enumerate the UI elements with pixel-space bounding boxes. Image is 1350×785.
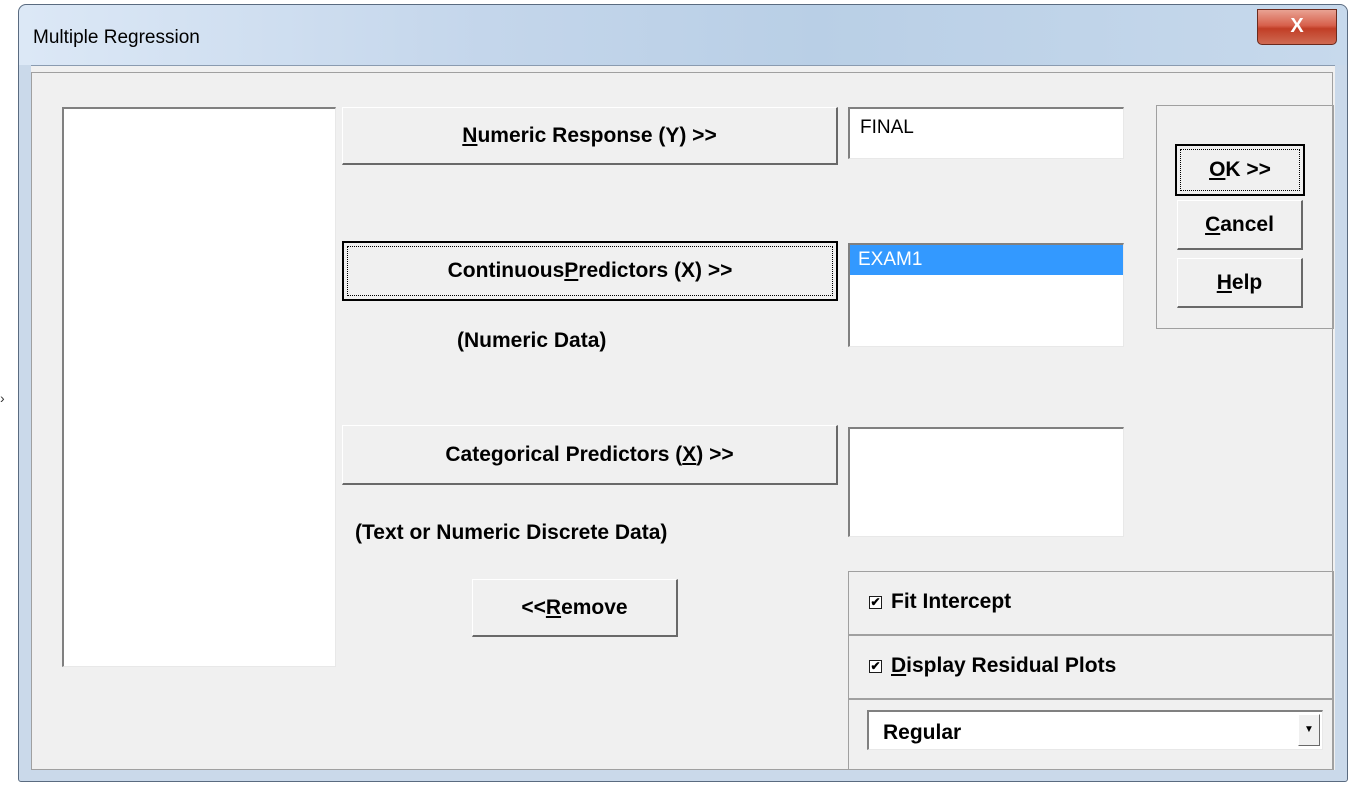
fit-intercept-label: Fit Intercept xyxy=(891,590,1012,613)
help-button[interactable]: Help xyxy=(1177,258,1303,308)
numeric-response-field[interactable]: FINAL xyxy=(848,107,1124,159)
cancel-label: ancel xyxy=(1220,212,1274,236)
window-title: Multiple Regression xyxy=(33,27,200,48)
continuous-predictors-button[interactable]: Continuous Predictors (X) >> xyxy=(342,241,838,301)
residual-type-select[interactable]: Regular ▼ xyxy=(867,710,1323,750)
dialog-inner-frame: Numeric Response (Y) >> FINAL Continuous… xyxy=(31,72,1334,770)
dialog-window: Multiple Regression X Numeric Response (… xyxy=(18,4,1348,782)
categorical-predictors-label: ) >> xyxy=(696,442,734,466)
help-label: elp xyxy=(1231,270,1263,294)
numeric-response-label: umeric Response (Y) >> xyxy=(477,123,717,147)
numeric-response-value: FINAL xyxy=(860,117,914,138)
continuous-predictors-hint: (Numeric Data) xyxy=(457,329,607,352)
close-button[interactable]: X xyxy=(1257,9,1337,45)
categorical-predictors-button[interactable]: Categorical Predictors (X) >> xyxy=(342,425,838,485)
continuous-predictors-label: redictors (X) >> xyxy=(578,259,733,282)
residual-plots-group: ✔ Display Residual Plots xyxy=(848,635,1334,699)
ok-label: K >> xyxy=(1225,158,1271,181)
ok-button[interactable]: OK >> xyxy=(1175,144,1305,196)
numeric-response-mnemonic: N xyxy=(462,123,478,147)
chevron-down-icon[interactable]: ▼ xyxy=(1298,714,1320,746)
fit-intercept-group: ✔ Fit Intercept xyxy=(848,571,1334,635)
remove-label-prefix: << xyxy=(521,595,546,619)
dialog-body: Numeric Response (Y) >> FINAL Continuous… xyxy=(31,65,1335,770)
close-icon: X xyxy=(1290,15,1304,37)
categorical-predictors-mnemonic: X xyxy=(682,442,697,466)
help-mnemonic: H xyxy=(1216,270,1232,294)
residual-type-value: Regular xyxy=(883,721,962,744)
categorical-predictors-listbox[interactable] xyxy=(848,427,1124,537)
cancel-mnemonic: C xyxy=(1205,212,1221,236)
continuous-predictors-listbox[interactable]: EXAM1 xyxy=(848,243,1124,347)
fit-intercept-checkbox[interactable]: ✔ xyxy=(869,595,882,609)
remove-button[interactable]: << Remove xyxy=(472,579,678,637)
residual-plots-checkbox[interactable]: ✔ xyxy=(869,659,882,673)
variables-listbox[interactable] xyxy=(62,107,336,667)
residual-type-group: Regular ▼ xyxy=(848,699,1334,770)
offscreen-edge-mark: › xyxy=(0,390,5,406)
categorical-predictors-label-prefix: Categorical Predictors ( xyxy=(445,442,683,466)
remove-label: emove xyxy=(561,595,628,619)
numeric-response-button[interactable]: Numeric Response (Y) >> xyxy=(342,107,838,165)
residual-plots-checkbox-row[interactable]: ✔ Display Residual Plots xyxy=(869,654,1116,678)
categorical-predictors-hint: (Text or Numeric Discrete Data) xyxy=(355,521,668,544)
title-bar[interactable]: Multiple Regression X xyxy=(19,5,1347,65)
continuous-predictors-mnemonic: P xyxy=(564,259,579,282)
residual-plots-mnemonic: D xyxy=(891,654,907,677)
cancel-button[interactable]: Cancel xyxy=(1177,200,1303,250)
list-item[interactable]: EXAM1 xyxy=(850,245,1123,275)
actions-group: OK >> Cancel Help xyxy=(1156,105,1334,329)
ok-mnemonic: O xyxy=(1209,158,1226,181)
residual-plots-label: isplay Residual Plots xyxy=(906,654,1117,677)
fit-intercept-checkbox-row[interactable]: ✔ Fit Intercept xyxy=(869,590,1011,614)
remove-mnemonic: R xyxy=(545,595,562,619)
continuous-predictors-label-prefix: Continuous xyxy=(447,259,565,282)
